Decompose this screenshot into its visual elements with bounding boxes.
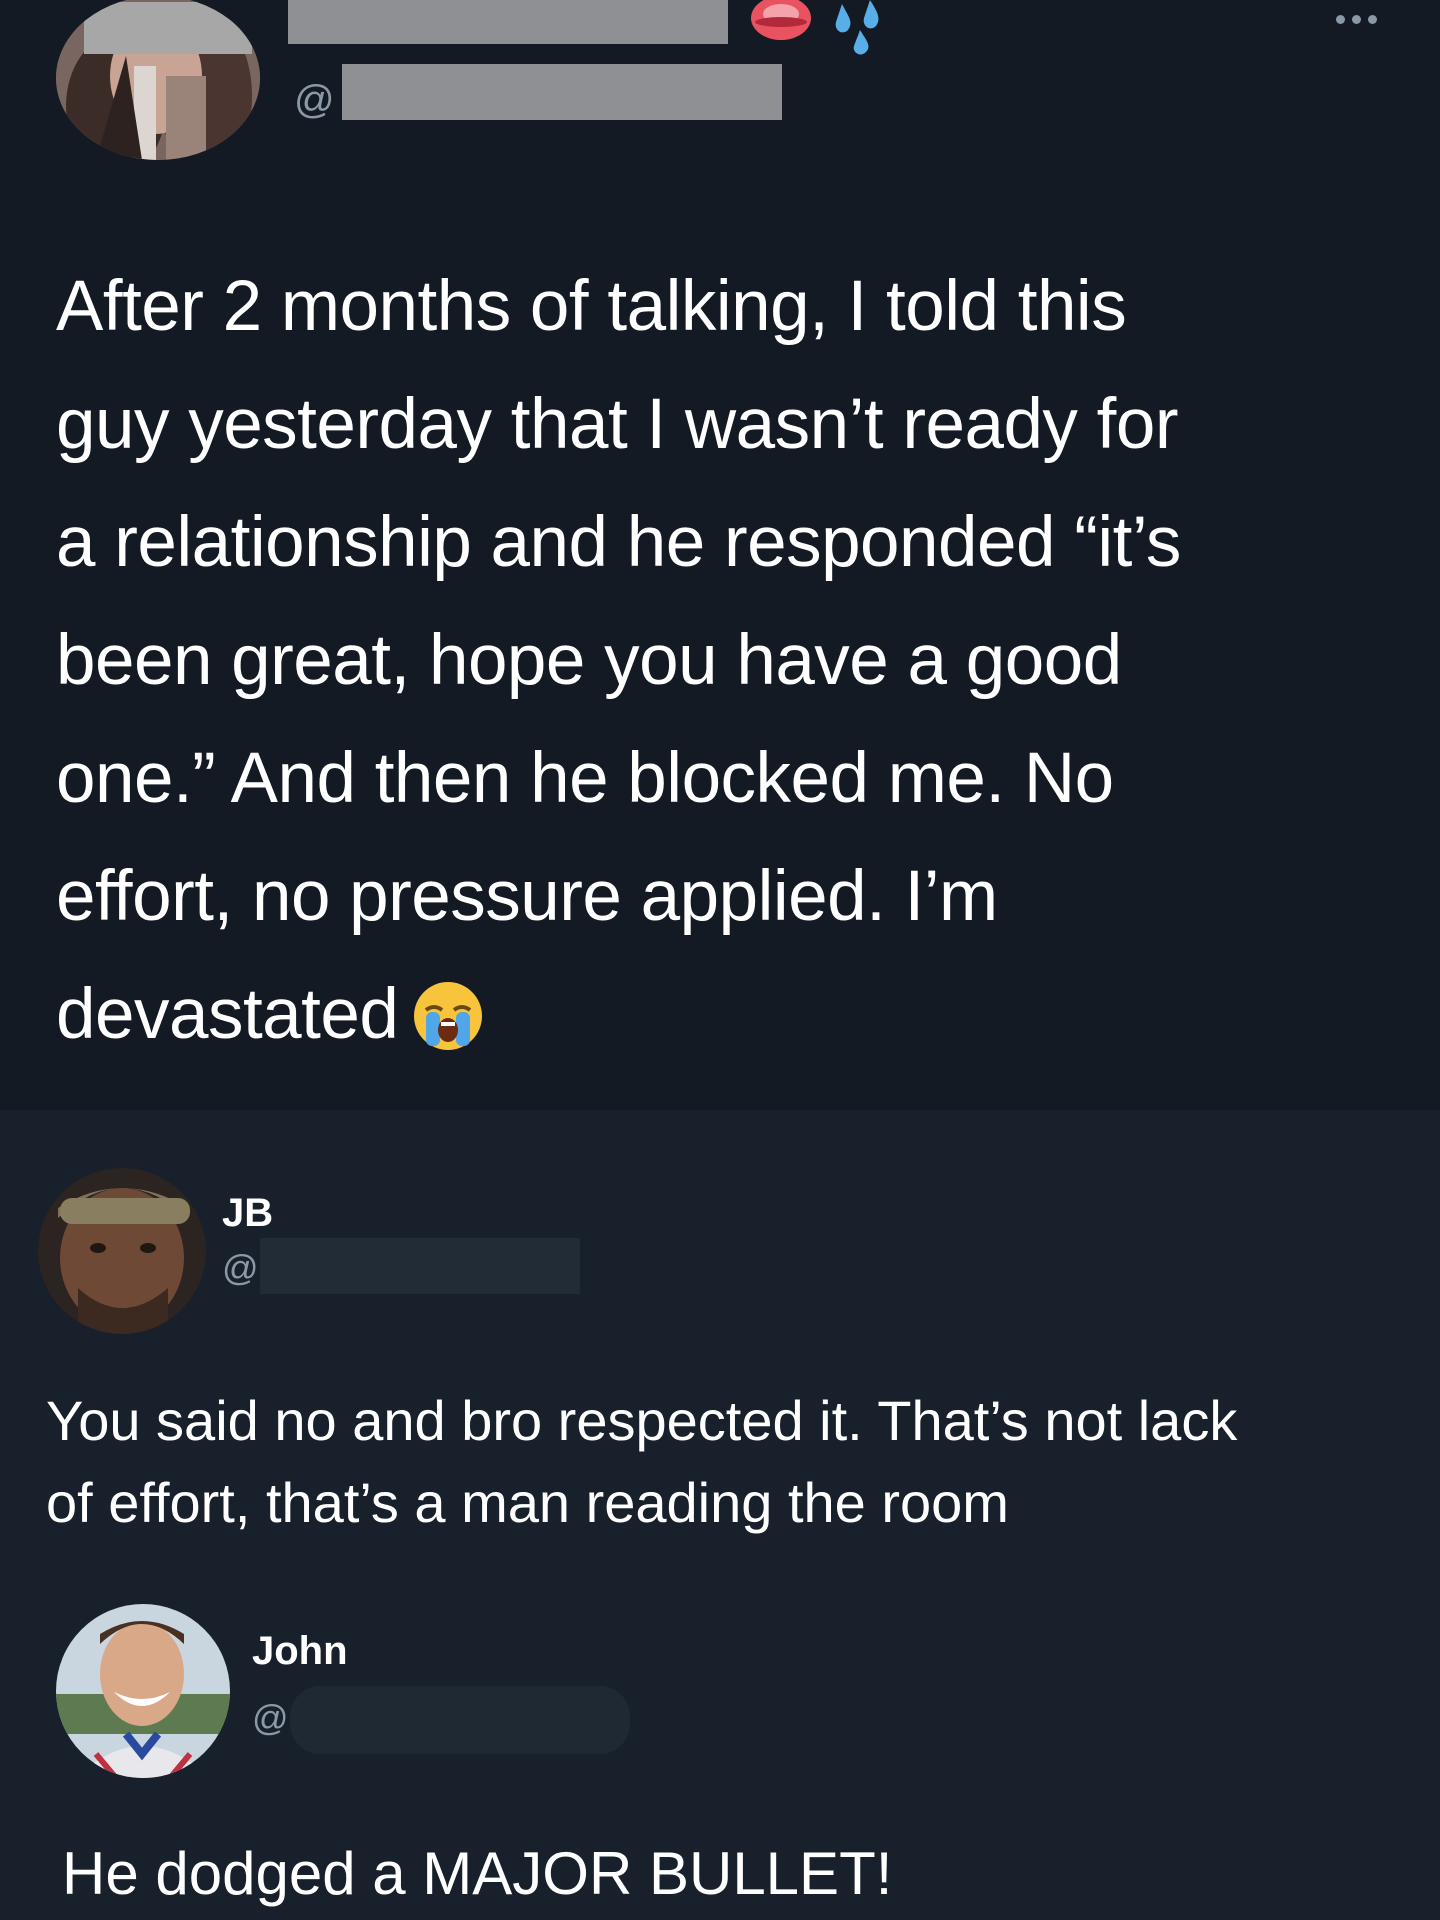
reply-text-line: You said no and bro respected it. That’s… — [46, 1389, 1238, 1452]
lips-icon — [751, 0, 811, 40]
tweet-text-line: a relationship and he responded “it’s — [56, 503, 1181, 582]
tweet-text: After 2 months of talking, I told this g… — [56, 248, 1386, 1074]
reply-avatar-jb-image — [38, 1168, 206, 1334]
reply-author-name[interactable]: JB — [222, 1190, 273, 1236]
avatar-redaction — [84, 2, 252, 54]
reply-avatar-john-image — [56, 1604, 230, 1778]
reply-avatar-jb[interactable] — [38, 1168, 206, 1334]
tweet-text-line: devastated — [56, 975, 399, 1054]
reply-handle-redaction — [260, 1238, 580, 1294]
reply-text-line: He dodged a MAJOR BULLET! — [62, 1840, 893, 1907]
author-handle-redaction — [342, 64, 782, 120]
more-dot-1 — [1335, 14, 1345, 24]
reply-handle-redaction — [290, 1686, 630, 1754]
author-avatar[interactable] — [56, 0, 260, 160]
sweat-droplets-icon — [835, 0, 879, 55]
tweet-text-line: effort, no pressure applied. I’m — [56, 857, 998, 936]
main-tweet: @ After 2 months of talking, I told this… — [0, 0, 1440, 1110]
author-name-redaction — [288, 0, 728, 44]
tweet-screenshot: @ After 2 months of talking, I told this… — [0, 0, 1440, 1920]
reply-author-name[interactable]: John — [252, 1628, 348, 1674]
tweet-text-line: After 2 months of talking, I told this — [56, 267, 1127, 346]
tweet-text-last-line: devastated — [56, 956, 1386, 1074]
reply-text-line: of effort, that’s a man reading the room — [46, 1471, 1009, 1534]
reply-handle-prefix: @ — [222, 1247, 259, 1288]
replies-section: JB @ You said no and bro respected it. T… — [0, 1110, 1440, 1920]
more-options-icon[interactable] — [1326, 4, 1386, 34]
more-dot-3 — [1367, 14, 1377, 24]
tweet-text-line: been great, hope you have a good — [56, 621, 1122, 700]
author-handle-prefix: @ — [294, 78, 335, 122]
loudly-crying-face-icon — [414, 982, 483, 1050]
tweet-text-line: one.” And then he blocked me. No — [56, 739, 1114, 818]
reply-text: You said no and bro respected it. That’s… — [46, 1380, 1237, 1544]
more-dot-2 — [1351, 14, 1361, 24]
reply-handle-prefix: @ — [252, 1697, 289, 1738]
reply-avatar-john[interactable] — [56, 1604, 230, 1778]
reply-text: He dodged a MAJOR BULLET! — [62, 1832, 892, 1916]
tweet-text-line: guy yesterday that I wasn’t ready for — [56, 385, 1179, 464]
